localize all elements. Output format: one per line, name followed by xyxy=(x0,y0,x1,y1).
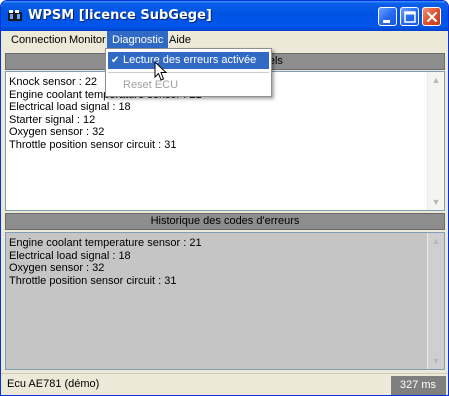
menu-item-reset-ecu[interactable]: Reset ECU xyxy=(108,77,269,94)
history-errors-panel[interactable]: Engine coolant temperature sensor : 21 E… xyxy=(5,232,445,370)
error-line: Starter signal : 12 xyxy=(9,113,96,126)
menu-monitor[interactable]: Monitor xyxy=(64,31,111,49)
menu-item-label: Lecture des erreurs activée xyxy=(123,54,257,66)
history-line: Throttle position sensor circuit : 31 xyxy=(9,274,177,287)
scroll-up-icon[interactable]: ▲ xyxy=(428,72,444,88)
menu-connection[interactable]: Connection xyxy=(6,31,72,49)
timing-status: 327 ms xyxy=(391,376,446,395)
ecu-status: Ecu AE781 (démo) xyxy=(7,378,100,390)
app-icon[interactable] xyxy=(7,9,23,23)
checkmark-icon: ✔ xyxy=(111,55,120,66)
menu-aide[interactable]: Aide xyxy=(164,31,196,49)
history-errors-header: Historique des codes d'erreurs xyxy=(5,213,445,230)
history-line: Engine coolant temperature sensor : 21 xyxy=(9,237,202,249)
diagnostic-dropdown: ✔ Lecture des erreurs activée Reset ECU xyxy=(105,48,272,97)
history-errors-scrollbar[interactable]: ▲ ▼ xyxy=(427,233,444,369)
window-title: WPSM [licence SubGege] xyxy=(28,8,212,23)
app-window: WPSM [licence SubGege] Connection Monito… xyxy=(0,0,449,396)
menu-bar: Connection Monitor Diagnostic Aide xyxy=(1,31,448,49)
scroll-down-icon[interactable]: ▼ xyxy=(428,194,444,210)
scroll-up-icon[interactable]: ▲ xyxy=(428,233,444,249)
error-line: Oxygen sensor : 32 xyxy=(9,126,105,138)
minimize-icon xyxy=(383,20,390,23)
status-bar: Ecu AE781 (démo) 327 ms xyxy=(1,373,448,395)
history-line: Oxygen sensor : 32 xyxy=(9,262,105,274)
close-icon xyxy=(426,11,438,23)
close-button[interactable] xyxy=(422,7,441,26)
maximize-button[interactable] xyxy=(400,7,419,26)
error-line: Throttle position sensor circuit : 31 xyxy=(9,138,177,151)
minimize-button[interactable] xyxy=(378,7,397,26)
mouse-cursor-icon xyxy=(154,61,167,81)
current-errors-scrollbar[interactable]: ▲ ▼ xyxy=(427,72,444,210)
history-errors-list: Engine coolant temperature sensor : 21 E… xyxy=(9,237,202,287)
maximize-icon xyxy=(404,11,416,23)
title-bar[interactable]: WPSM [licence SubGege] xyxy=(1,1,448,31)
menu-item-label: Reset ECU xyxy=(123,79,179,91)
menu-diagnostic[interactable]: Diagnostic xyxy=(107,31,169,49)
menu-separator xyxy=(108,72,269,73)
scroll-down-icon[interactable]: ▼ xyxy=(428,353,444,369)
menu-item-lecture-erreurs[interactable]: ✔ Lecture des erreurs activée xyxy=(108,52,269,69)
error-line: Electrical load signal : 18 xyxy=(9,101,131,113)
history-line: Electrical load signal : 18 xyxy=(9,249,131,262)
